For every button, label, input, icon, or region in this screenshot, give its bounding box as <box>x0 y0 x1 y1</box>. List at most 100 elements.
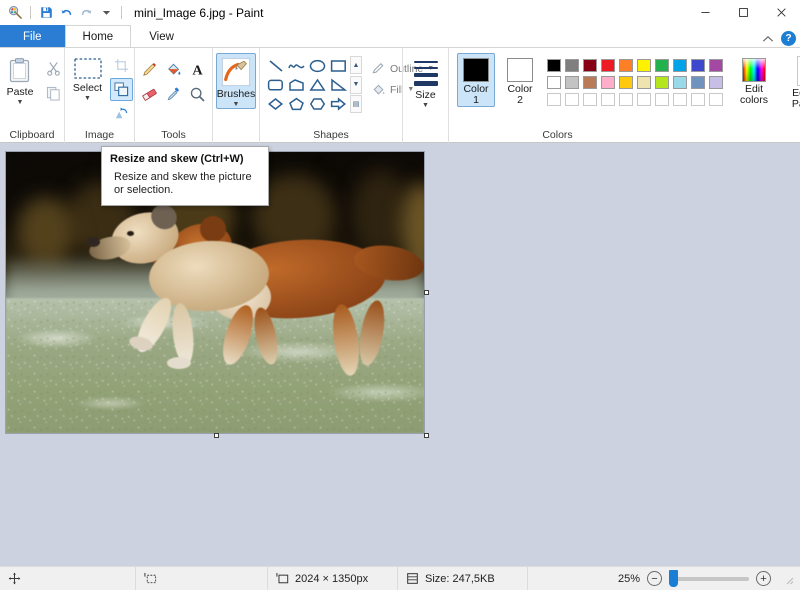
workspace[interactable]: Resize and skew (Ctrl+W) Resize and skew… <box>0 143 800 566</box>
palette-swatch-r3-c10[interactable] <box>707 91 725 108</box>
edit-with-paint3d-button[interactable]: Edit with Paint 3D <box>783 53 800 111</box>
shape-rectangle[interactable] <box>328 56 349 75</box>
palette-swatch-r3-c3[interactable] <box>581 91 599 108</box>
shape-curve[interactable] <box>286 56 307 75</box>
eraser-tool-button[interactable] <box>138 82 162 107</box>
shapes-more-icon[interactable]: ▤ <box>350 95 362 113</box>
size-caret-icon[interactable]: ▼ <box>422 102 429 109</box>
text-tool-button[interactable]: A <box>186 57 210 82</box>
fill-tool-button[interactable] <box>162 57 186 82</box>
customize-qat-icon[interactable] <box>97 4 115 22</box>
palette-swatch-r1-c8[interactable] <box>671 57 689 74</box>
palette-swatch-r2-c4[interactable] <box>599 74 617 91</box>
swatch-color <box>547 76 561 89</box>
palette-swatch-r3-c1[interactable] <box>545 91 563 108</box>
crop-button[interactable] <box>110 54 133 77</box>
swatch-color <box>583 59 597 72</box>
palette-swatch-r2-c7[interactable] <box>653 74 671 91</box>
eyedropper-tool-button[interactable] <box>162 82 186 107</box>
shape-pentagon[interactable] <box>286 94 307 113</box>
shape-diamond[interactable] <box>265 94 286 113</box>
resize-handle-bottom[interactable] <box>214 433 219 438</box>
undo-icon[interactable] <box>57 4 75 22</box>
palette-swatch-r2-c9[interactable] <box>689 74 707 91</box>
palette-swatch-r1-c5[interactable] <box>617 57 635 74</box>
paste-button[interactable]: Paste ▼ <box>0 53 41 107</box>
paint-icon[interactable] <box>6 4 24 22</box>
palette-swatch-r1-c7[interactable] <box>653 57 671 74</box>
brushes-button[interactable]: Brushes ▼ <box>216 53 256 109</box>
resize-button[interactable] <box>109 78 133 101</box>
select-caret-icon[interactable]: ▼ <box>84 95 91 102</box>
palette-swatch-r1-c10[interactable] <box>707 57 725 74</box>
palette-swatch-r1-c2[interactable] <box>563 57 581 74</box>
qat-divider <box>30 6 31 19</box>
ribbon-help-zone: ? <box>762 31 796 46</box>
palette-swatch-r2-c10[interactable] <box>707 74 725 91</box>
palette-swatch-r1-c4[interactable] <box>599 57 617 74</box>
rotate-button[interactable] <box>110 102 133 125</box>
swatch-color <box>601 76 615 89</box>
palette-swatch-r2-c5[interactable] <box>617 74 635 91</box>
shapes-scroll: ▲ ▼ ▤ <box>350 56 362 113</box>
palette-swatch-r1-c1[interactable] <box>545 57 563 74</box>
palette-swatch-r2-c1[interactable] <box>545 74 563 91</box>
copy-button[interactable] <box>42 82 65 105</box>
shape-rounded-rectangle[interactable] <box>265 75 286 94</box>
shapes-scroll-up-icon[interactable]: ▲ <box>350 56 362 74</box>
palette-swatch-r3-c4[interactable] <box>599 91 617 108</box>
shapes-scroll-down-icon[interactable]: ▼ <box>350 75 362 94</box>
help-icon[interactable]: ? <box>781 31 796 46</box>
shape-right-triangle[interactable] <box>328 75 349 94</box>
tab-view[interactable]: View <box>131 25 192 47</box>
palette-swatch-r3-c8[interactable] <box>671 91 689 108</box>
palette-swatch-r2-c6[interactable] <box>635 74 653 91</box>
shape-hexagon[interactable] <box>307 94 328 113</box>
shape-triangle[interactable] <box>307 75 328 94</box>
resize-grip-icon[interactable] <box>782 573 794 585</box>
edit-colors-button[interactable]: Edit colors <box>731 53 777 107</box>
palette-swatch-r2-c2[interactable] <box>563 74 581 91</box>
zoom-slider-thumb[interactable] <box>669 569 678 587</box>
zoom-slider[interactable] <box>669 569 749 587</box>
brushes-caret-icon[interactable]: ▼ <box>233 101 240 108</box>
palette-swatch-r3-c6[interactable] <box>635 91 653 108</box>
palette-swatch-r2-c3[interactable] <box>581 74 599 91</box>
shape-right-arrow[interactable] <box>328 94 349 113</box>
swatch-color <box>709 93 723 106</box>
swatch-color <box>673 93 687 106</box>
window-title: mini_Image 6.jpg - Paint <box>134 5 264 20</box>
shape-polygon[interactable] <box>286 75 307 94</box>
palette-swatch-r3-c5[interactable] <box>617 91 635 108</box>
shape-line[interactable] <box>265 56 286 75</box>
palette-swatch-r1-c6[interactable] <box>635 57 653 74</box>
palette-swatch-r3-c7[interactable] <box>653 91 671 108</box>
palette-swatch-r3-c9[interactable] <box>689 91 707 108</box>
palette-swatch-r1-c3[interactable] <box>581 57 599 74</box>
select-button[interactable]: Select ▼ <box>67 53 109 125</box>
image-size-icon <box>276 572 289 585</box>
magnifier-tool-button[interactable] <box>186 82 210 107</box>
save-icon[interactable] <box>37 4 55 22</box>
tab-file[interactable]: File <box>0 25 65 47</box>
cut-button[interactable] <box>42 57 65 80</box>
palette-swatch-r2-c8[interactable] <box>671 74 689 91</box>
zoom-in-button[interactable]: + <box>756 571 771 586</box>
color1-button[interactable]: Color 1 <box>457 53 495 107</box>
redo-icon[interactable] <box>77 4 95 22</box>
maximize-button[interactable] <box>724 0 762 25</box>
collapse-ribbon-icon[interactable] <box>762 35 774 43</box>
shape-oval[interactable] <box>307 56 328 75</box>
paste-caret-icon[interactable]: ▼ <box>17 99 24 106</box>
close-button[interactable] <box>762 0 800 25</box>
size-button[interactable]: Size ▼ <box>408 53 443 110</box>
tab-home[interactable]: Home <box>64 25 132 47</box>
pencil-tool-button[interactable] <box>138 57 162 82</box>
resize-handle-right[interactable] <box>424 290 429 295</box>
color2-button[interactable]: Color 2 <box>501 53 539 107</box>
minimize-button[interactable] <box>686 0 724 25</box>
resize-handle-corner[interactable] <box>424 433 429 438</box>
palette-swatch-r3-c2[interactable] <box>563 91 581 108</box>
zoom-out-button[interactable]: − <box>647 571 662 586</box>
palette-swatch-r1-c9[interactable] <box>689 57 707 74</box>
